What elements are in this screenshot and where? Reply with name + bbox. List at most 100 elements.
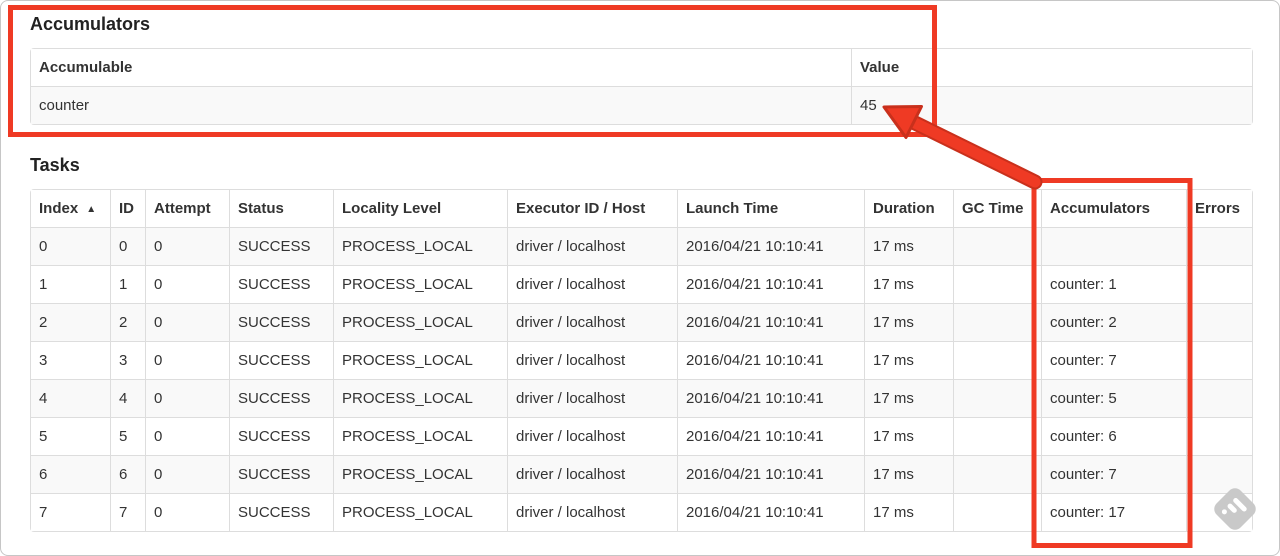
cell-gc-time [953,265,1041,303]
task-row: 2 2 0 SUCCESS PROCESS_LOCAL driver / loc… [31,303,1252,341]
cell-id: 4 [110,379,145,417]
cell-accumulators: counter: 17 [1041,493,1186,531]
task-row: 0 0 0 SUCCESS PROCESS_LOCAL driver / loc… [31,227,1252,265]
cell-index: 5 [31,417,110,455]
cell-locality: PROCESS_LOCAL [333,265,507,303]
col-header-gc-time[interactable]: GC Time [953,190,1041,227]
cell-gc-time [953,227,1041,265]
accumulator-row: counter 45 [31,86,1252,124]
cell-status: SUCCESS [229,265,333,303]
cell-id: 0 [110,227,145,265]
task-row: 6 6 0 SUCCESS PROCESS_LOCAL driver / loc… [31,455,1252,493]
col-header-id[interactable]: ID [110,190,145,227]
cell-launch-time: 2016/04/21 10:10:41 [677,379,864,417]
cell-errors [1186,379,1252,417]
cell-attempt: 0 [145,341,229,379]
accumulators-header-row: Accumulable Value [31,49,1252,86]
spark-ui-screenshot: Accumulators Accumulable Value counter 4… [0,0,1280,556]
cell-errors [1186,493,1252,531]
cell-index: 7 [31,493,110,531]
cell-gc-time [953,493,1041,531]
col-header-accumulators[interactable]: Accumulators [1041,190,1186,227]
cell-accumulators: counter: 7 [1041,455,1186,493]
cell-errors [1186,341,1252,379]
cell-status: SUCCESS [229,493,333,531]
cell-executor: driver / localhost [507,455,677,493]
cell-locality: PROCESS_LOCAL [333,341,507,379]
cell-duration: 17 ms [864,417,953,455]
cell-locality: PROCESS_LOCAL [333,303,507,341]
cell-errors [1186,417,1252,455]
cell-locality: PROCESS_LOCAL [333,379,507,417]
sort-ascending-icon: ▲ [86,204,97,215]
cell-attempt: 0 [145,379,229,417]
task-row: 7 7 0 SUCCESS PROCESS_LOCAL driver / loc… [31,493,1252,531]
page-content: Accumulators Accumulable Value counter 4… [1,1,1279,532]
col-header-errors[interactable]: Errors [1186,190,1252,227]
col-header-value[interactable]: Value [851,49,1252,86]
cell-status: SUCCESS [229,417,333,455]
cell-launch-time: 2016/04/21 10:10:41 [677,303,864,341]
col-header-executor-id-host[interactable]: Executor ID / Host [507,190,677,227]
task-row: 5 5 0 SUCCESS PROCESS_LOCAL driver / loc… [31,417,1252,455]
cell-accumulators: counter: 6 [1041,417,1186,455]
cell-status: SUCCESS [229,227,333,265]
col-header-attempt[interactable]: Attempt [145,190,229,227]
cell-errors [1186,303,1252,341]
cell-index: 0 [31,227,110,265]
col-header-accumulable[interactable]: Accumulable [31,49,851,86]
cell-locality: PROCESS_LOCAL [333,493,507,531]
cell-errors [1186,265,1252,303]
cell-locality: PROCESS_LOCAL [333,227,507,265]
cell-gc-time [953,303,1041,341]
cell-executor: driver / localhost [507,227,677,265]
cell-index: 1 [31,265,110,303]
cell-id: 3 [110,341,145,379]
task-row: 3 3 0 SUCCESS PROCESS_LOCAL driver / loc… [31,341,1252,379]
cell-attempt: 0 [145,265,229,303]
cell-status: SUCCESS [229,379,333,417]
cell-launch-time: 2016/04/21 10:10:41 [677,227,864,265]
col-header-status[interactable]: Status [229,190,333,227]
tasks-table: Index ▲ ID Attempt Status Locality Level … [30,189,1253,532]
col-header-duration[interactable]: Duration [864,190,953,227]
cell-id: 7 [110,493,145,531]
cell-index: 3 [31,341,110,379]
cell-attempt: 0 [145,417,229,455]
cell-attempt: 0 [145,227,229,265]
cell-duration: 17 ms [864,341,953,379]
cell-status: SUCCESS [229,303,333,341]
cell-executor: driver / localhost [507,303,677,341]
cell-gc-time [953,379,1041,417]
cell-id: 2 [110,303,145,341]
cell-executor: driver / localhost [507,417,677,455]
tasks-header-row: Index ▲ ID Attempt Status Locality Level … [31,190,1252,227]
cell-id: 5 [110,417,145,455]
cell-duration: 17 ms [864,303,953,341]
cell-duration: 17 ms [864,227,953,265]
cell-index: 6 [31,455,110,493]
cell-duration: 17 ms [864,265,953,303]
cell-launch-time: 2016/04/21 10:10:41 [677,265,864,303]
cell-duration: 17 ms [864,455,953,493]
cell-duration: 17 ms [864,379,953,417]
accumulators-table: Accumulable Value counter 45 [30,48,1253,125]
cell-executor: driver / localhost [507,379,677,417]
cell-accumulable-name: counter [31,86,851,124]
col-header-locality-level[interactable]: Locality Level [333,190,507,227]
cell-launch-time: 2016/04/21 10:10:41 [677,455,864,493]
cell-executor: driver / localhost [507,341,677,379]
cell-gc-time [953,417,1041,455]
cell-status: SUCCESS [229,455,333,493]
col-header-launch-time[interactable]: Launch Time [677,190,864,227]
cell-duration: 17 ms [864,493,953,531]
cell-accumulators [1041,227,1186,265]
cell-attempt: 0 [145,303,229,341]
cell-id: 6 [110,455,145,493]
cell-locality: PROCESS_LOCAL [333,417,507,455]
col-header-index[interactable]: Index ▲ [31,190,110,227]
accumulators-section-title: Accumulators [30,14,151,34]
cell-accumulators: counter: 2 [1041,303,1186,341]
cell-gc-time [953,341,1041,379]
cell-errors [1186,455,1252,493]
